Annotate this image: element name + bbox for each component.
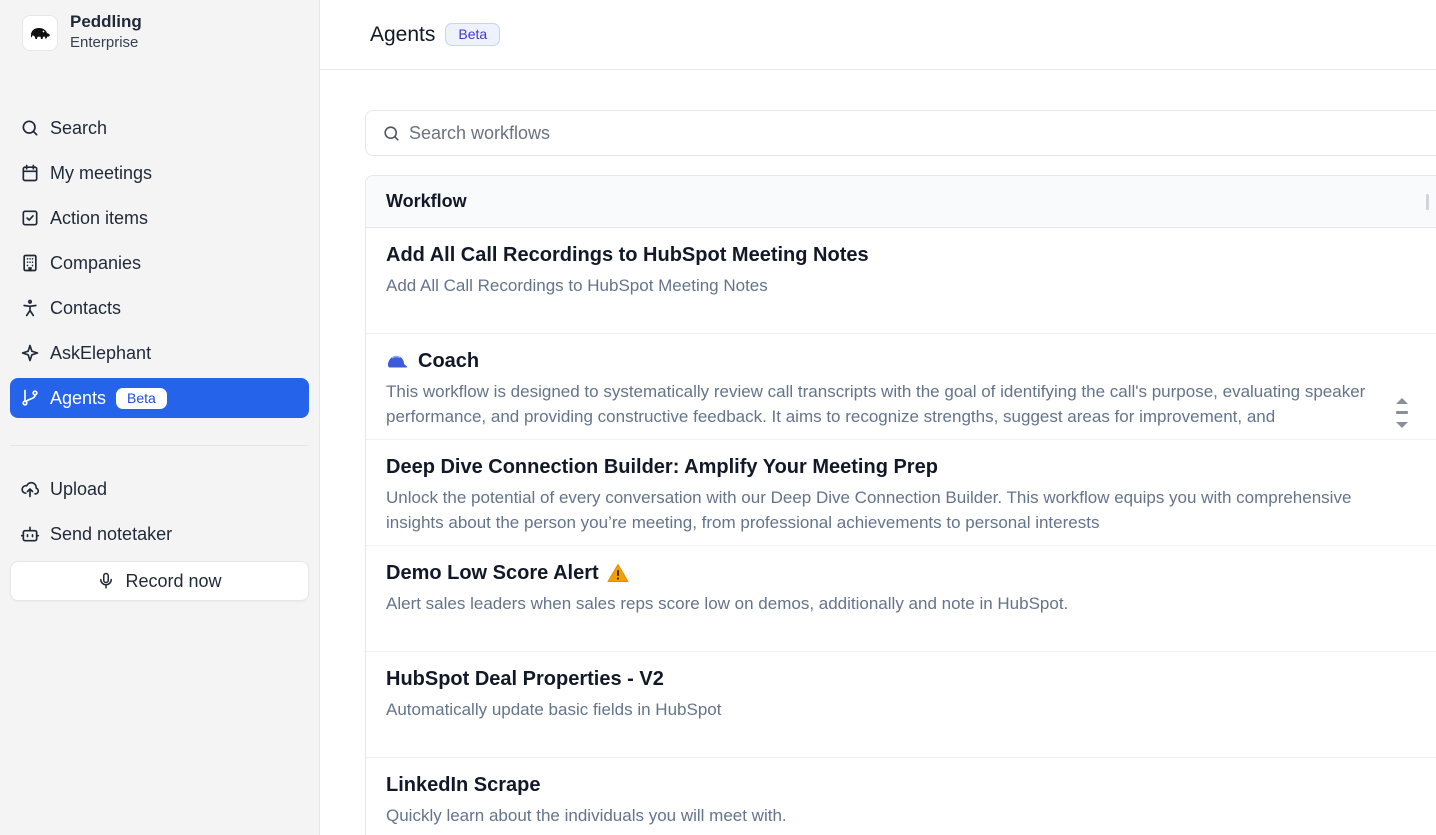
sidebar-item-label: Companies: [50, 252, 142, 273]
workflow-description: Alert sales leaders when sales reps scor…: [386, 594, 1069, 613]
table-row[interactable]: Deep Dive Connection Builder: Amplify Yo…: [366, 440, 1436, 546]
git-branch-icon: [22, 389, 38, 406]
sidebar-item-send-notetaker[interactable]: Send notetaker: [10, 514, 309, 554]
workflow-title: HubSpot Deal Properties - V2: [386, 668, 664, 690]
search-icon: [384, 125, 399, 141]
workflow-title: Demo Low Score Alert: [386, 562, 599, 584]
page-header: Agents Beta: [320, 0, 1436, 70]
sidebar-item-label: My meetings: [50, 162, 153, 183]
table-row[interactable]: HubSpot Deal Properties - V2 Automatical…: [366, 652, 1436, 758]
sparkle-icon: [21, 344, 39, 362]
org-switcher[interactable]: Peddling Enterprise: [22, 12, 142, 53]
sidebar-item-label: Search: [50, 117, 108, 138]
sidebar-item-askelephant[interactable]: AskElephant: [10, 333, 309, 373]
org-name: Peddling: [70, 12, 142, 31]
building-icon: [23, 254, 37, 272]
sidebar-item-label: Agents: [50, 387, 107, 408]
column-resize-handle[interactable]: [1426, 194, 1429, 210]
record-now-label: Record now: [125, 570, 222, 591]
cloud-upload-icon: [21, 481, 40, 498]
workflow-title: LinkedIn Scrape: [386, 774, 541, 796]
bot-icon: [20, 526, 40, 542]
workflow-title: Coach: [418, 350, 480, 372]
sidebar-item-action-items[interactable]: Action items: [10, 198, 309, 238]
person-icon: [23, 299, 37, 317]
workflow-description: Add All Call Recordings to HubSpot Meeti…: [386, 276, 768, 295]
workflow-title: Deep Dive Connection Builder: Amplify Yo…: [386, 456, 938, 478]
sidebar-item-contacts[interactable]: Contacts: [10, 288, 309, 328]
search-input[interactable]: [409, 122, 1309, 144]
primary-nav: Search My meetings Action items Companie…: [10, 108, 309, 423]
table-row[interactable]: Add All Call Recordings to HubSpot Meeti…: [366, 228, 1436, 334]
sidebar-item-upload[interactable]: Upload: [10, 469, 309, 509]
column-header-workflow[interactable]: Workflow: [386, 191, 467, 212]
org-plan: Enterprise: [70, 34, 139, 51]
scroll-arrows-icon[interactable]: [1386, 378, 1418, 428]
blue-cap-icon: [386, 353, 408, 369]
table-row[interactable]: Demo Low Score Alert Alert sales leaders…: [366, 546, 1436, 652]
workflow-table: Workflow Add All Call Recordings to HubS…: [365, 175, 1436, 835]
sidebar: Peddling Enterprise Search My meetings A…: [0, 0, 320, 835]
sidebar-item-label: AskElephant: [50, 342, 152, 363]
table-row[interactable]: Coach This workflow is designed to syste…: [366, 334, 1436, 440]
beta-badge: Beta: [116, 387, 167, 409]
microphone-icon: [100, 572, 113, 589]
checkbox-icon: [22, 210, 38, 226]
secondary-nav: Upload Send notetaker: [10, 469, 309, 559]
sidebar-item-agents[interactable]: Agents Beta: [10, 378, 309, 418]
workflow-description: Unlock the potential of every conversati…: [386, 488, 1352, 532]
beta-badge: Beta: [445, 23, 501, 46]
table-header: Workflow: [366, 176, 1436, 228]
sidebar-item-my-meetings[interactable]: My meetings: [10, 153, 309, 193]
workflow-description: This workflow is designed to systematica…: [386, 382, 1366, 426]
sidebar-item-label: Upload: [50, 478, 108, 499]
record-now-button[interactable]: Record now: [10, 561, 309, 601]
sidebar-item-companies[interactable]: Companies: [10, 243, 309, 283]
warning-icon: [607, 563, 629, 583]
sidebar-item-label: Contacts: [50, 297, 122, 318]
sidebar-item-label: Send notetaker: [50, 523, 173, 544]
workflow-title: Add All Call Recordings to HubSpot Meeti…: [386, 244, 869, 266]
page-title: Agents: [370, 22, 436, 46]
sidebar-item-search[interactable]: Search: [10, 108, 309, 148]
sidebar-divider: [10, 445, 308, 446]
workflow-description: Automatically update basic fields in Hub…: [386, 700, 722, 719]
workflow-description: Quickly learn about the individuals you …: [386, 806, 787, 825]
search-icon: [22, 120, 38, 136]
calendar-icon: [22, 164, 38, 182]
workflow-search[interactable]: [365, 110, 1436, 156]
elephant-icon: [22, 14, 58, 51]
table-row[interactable]: LinkedIn Scrape Quickly learn about the …: [366, 758, 1436, 835]
sidebar-item-label: Action items: [50, 207, 149, 228]
